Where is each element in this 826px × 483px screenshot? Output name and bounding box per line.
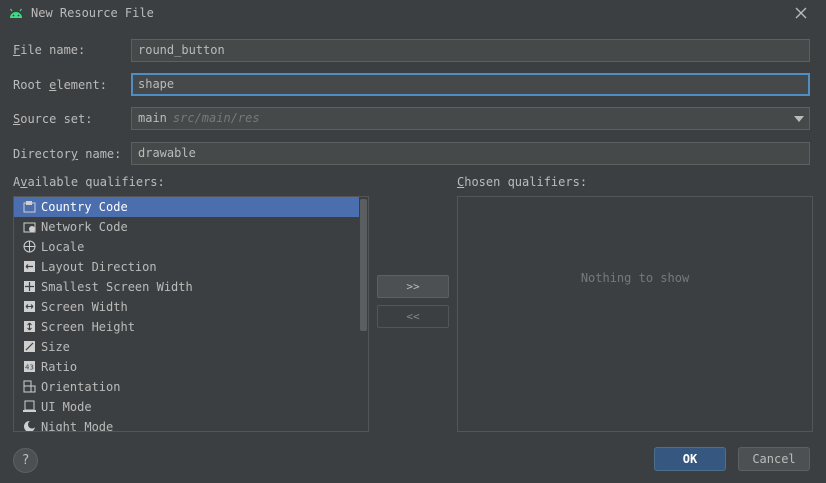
root-element-label-post: lement: <box>56 78 107 92</box>
svg-text:43: 43 <box>25 364 34 372</box>
qualifier-item[interactable]: Smallest Screen Width <box>14 277 368 297</box>
available-label-post: ailable qualifiers: <box>27 175 165 189</box>
country-code-icon <box>23 201 36 213</box>
available-qualifiers-list[interactable]: Country Code Network Code Locale Layout Dir… <box>13 196 369 432</box>
size-icon <box>24 341 35 352</box>
root-element-value: shape <box>138 77 175 91</box>
source-set-path: src/main/res <box>172 111 260 125</box>
qualifier-items: Country Code Network Code Locale Layout Dir… <box>14 197 368 432</box>
qualifier-item-label: Network Code <box>41 220 128 234</box>
qualifier-item[interactable]: Layout Direction <box>14 257 368 277</box>
globe-icon <box>23 240 36 253</box>
screen-width-icon <box>24 301 35 312</box>
directory-name-label-post: name: <box>78 147 122 161</box>
chosen-qualifiers-list[interactable]: Nothing to show <box>457 196 813 432</box>
directory-name-value: drawable <box>138 146 196 160</box>
chevron-down-icon[interactable] <box>794 116 804 122</box>
chosen-qualifiers-label: Chosen qualifiers: <box>457 175 588 189</box>
source-set-label-text: ource set: <box>20 112 93 126</box>
scrollbar[interactable] <box>360 199 367 331</box>
qualifier-item-label: Smallest Screen Width <box>41 280 193 294</box>
qualifier-item-label: Night Mode <box>41 420 114 432</box>
qualifier-item-label: Layout Direction <box>41 260 157 274</box>
help-button[interactable]: ? <box>13 448 38 473</box>
screen-height-icon <box>24 321 35 332</box>
empty-state-text: Nothing to show <box>580 271 690 285</box>
qualifier-item-label: Country Code <box>41 200 128 214</box>
android-icon <box>10 8 22 18</box>
root-element-label-pre: Root <box>13 78 50 92</box>
root-element-label: Root element: <box>13 78 107 92</box>
qualifier-item-label: Orientation <box>41 380 121 394</box>
file-name-value: round_button <box>138 43 225 57</box>
qualifier-item[interactable]: Network Code <box>14 217 368 237</box>
ok-button[interactable]: OK <box>654 447 726 471</box>
qualifier-item[interactable]: Night Mode <box>14 417 368 432</box>
qualifier-item[interactable]: Screen Width <box>14 297 368 317</box>
source-set-value: main <box>138 111 167 125</box>
qualifier-item-label: UI Mode <box>41 400 92 414</box>
layout-direction-icon <box>24 261 35 272</box>
remove-qualifier-button[interactable]: << <box>377 305 449 328</box>
qualifier-item[interactable]: Screen Height <box>14 317 368 337</box>
smallest-width-icon <box>24 281 35 292</box>
add-qualifier-button[interactable]: >> <box>377 275 449 298</box>
qualifier-item-label: Screen Width <box>41 300 128 314</box>
qualifier-item[interactable]: 43 Ratio <box>14 357 368 377</box>
qualifier-item[interactable]: Locale <box>14 237 368 257</box>
qualifier-item-label: Ratio <box>41 360 78 374</box>
qualifier-item[interactable]: UI Mode <box>14 397 368 417</box>
directory-name-label: Directory name: <box>13 147 122 161</box>
qualifier-item-label: Size <box>41 340 70 354</box>
ratio-icon: 43 <box>24 361 35 372</box>
qualifier-item-label: Screen Height <box>41 320 135 334</box>
title-bar: New Resource File <box>0 0 826 28</box>
file-name-field[interactable]: round_button <box>131 39 810 62</box>
close-icon[interactable] <box>794 6 808 20</box>
root-element-field[interactable]: shape <box>131 73 810 96</box>
file-name-label: File name: <box>13 43 86 57</box>
orientation-icon <box>23 380 36 393</box>
directory-name-label-pre: Director <box>13 147 71 161</box>
file-name-label-text: ile name: <box>20 43 86 57</box>
available-qualifiers-label: Available qualifiers: <box>13 175 165 189</box>
qualifier-item-label: Locale <box>41 240 85 254</box>
qualifier-item[interactable]: Orientation <box>14 377 368 397</box>
cancel-button[interactable]: Cancel <box>738 447 810 471</box>
network-code-icon <box>23 222 36 233</box>
qualifier-item[interactable]: Country Code <box>14 197 359 217</box>
night-mode-icon <box>24 420 36 431</box>
qualifier-item[interactable]: Size <box>14 337 368 357</box>
source-set-dropdown[interactable]: main src/main/res <box>131 107 810 130</box>
ui-mode-icon <box>23 400 36 412</box>
chosen-label-text: hosen qualifiers: <box>464 175 588 189</box>
dialog-title: New Resource File <box>31 6 154 20</box>
source-set-label: Source set: <box>13 112 93 126</box>
directory-name-field[interactable]: drawable <box>131 142 810 165</box>
